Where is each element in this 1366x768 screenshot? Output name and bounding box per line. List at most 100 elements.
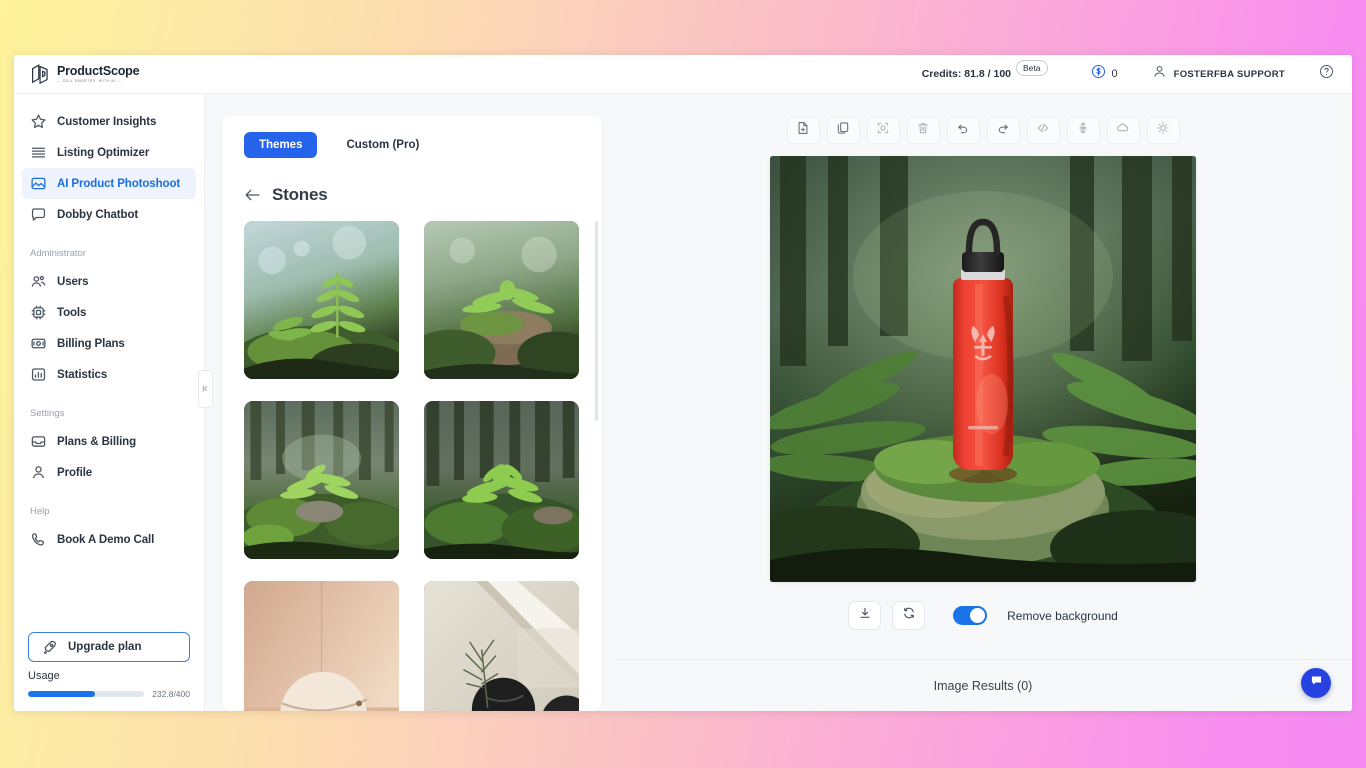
header-right-group: Credits: 81.8 / 100 Beta 0 [922, 64, 1334, 84]
theme-thumbnail-beige-marble-pedestal[interactable] [244, 581, 399, 711]
themes-category-header: Stones [222, 158, 602, 221]
sidebar-item-dobby-chatbot[interactable]: Dobby Chatbot [22, 199, 196, 230]
preview-controls: Remove background [848, 601, 1118, 630]
cloud-icon [1116, 121, 1130, 140]
preview-image[interactable] [770, 156, 1196, 582]
chat-support-button[interactable] [1301, 668, 1331, 698]
users-icon [30, 273, 47, 290]
tab-themes[interactable]: Themes [244, 132, 317, 158]
image-icon [30, 175, 47, 192]
work-area: Themes Custom (Pro) Stones [205, 94, 1352, 711]
brand-name: ProductScope [57, 65, 139, 78]
regenerate-button[interactable] [892, 601, 925, 630]
code-button[interactable] [1027, 117, 1060, 144]
focus-crop-button[interactable] [867, 117, 900, 144]
undo-button[interactable] [947, 117, 980, 144]
sidebar-item-billing-plans[interactable]: Billing Plans [22, 328, 196, 359]
brand-tagline: — SELL SMARTER. WITH AI — [57, 80, 139, 84]
sidebar-item-profile[interactable]: Profile [22, 457, 196, 488]
bar-chart-icon [30, 366, 47, 383]
upgrade-plan-label: Upgrade plan [68, 641, 141, 653]
download-button[interactable] [848, 601, 881, 630]
beta-badge: Beta [1016, 60, 1048, 76]
sidebar-section-help: Help [14, 506, 204, 517]
theme-thumbnail-mossy-rocks-forest-stream[interactable] [244, 401, 399, 559]
usage-progress-bar [28, 691, 144, 697]
cloud-button[interactable] [1107, 117, 1140, 144]
remove-background-label: Remove background [1007, 609, 1118, 623]
theme-thumbnail-fern-on-mossy-log[interactable] [244, 221, 399, 379]
question-circle-icon [1319, 64, 1334, 84]
themes-tabs: Themes Custom (Pro) [222, 132, 602, 158]
theme-thumbnail-fern-mossy-rocks-dark-forest[interactable] [424, 401, 579, 559]
redo-arrow-icon [996, 121, 1010, 140]
user-menu[interactable]: FOSTERFBA SUPPORT [1152, 64, 1285, 84]
download-icon [858, 606, 872, 625]
undo-arrow-icon [956, 121, 970, 140]
sidebar-section-settings: Settings [14, 408, 204, 419]
usage-title: Usage [28, 670, 190, 682]
new-document-button[interactable] [787, 117, 820, 144]
image-toolbar [787, 117, 1180, 144]
list-lines-icon [30, 144, 47, 161]
sidebar-item-book-a-demo-call[interactable]: Book A Demo Call [22, 524, 196, 555]
sidebar-item-tools[interactable]: Tools [22, 297, 196, 328]
star-icon [30, 113, 47, 130]
duplicate-button[interactable] [827, 117, 860, 144]
flip-vertical-icon [1076, 121, 1090, 140]
preview-column: Remove background Image Results (0) [614, 94, 1352, 711]
brand-logo[interactable]: ProductScope — SELL SMARTER. WITH AI — [30, 63, 139, 85]
sidebar-item-label: Tools [57, 307, 86, 319]
app-window: ProductScope — SELL SMARTER. WITH AI — C… [14, 55, 1352, 711]
delete-button[interactable] [907, 117, 940, 144]
theme-thumbnail-grid [244, 221, 580, 711]
sidebar-item-label: Statistics [57, 369, 107, 381]
upgrade-plan-button[interactable]: Upgrade plan [28, 632, 190, 662]
tab-custom-pro[interactable]: Custom (Pro) [331, 132, 434, 158]
sidebar-item-customer-insights[interactable]: Customer Insights [22, 106, 196, 137]
sidebar-item-label: AI Product Photoshoot [57, 178, 180, 190]
arrow-left-icon[interactable] [244, 188, 261, 202]
trash-icon [916, 121, 930, 140]
code-brackets-icon [1036, 121, 1050, 140]
sidebar-collapse-handle[interactable] [198, 370, 213, 408]
redo-button[interactable] [987, 117, 1020, 144]
copy-icon [836, 121, 850, 140]
sidebar-item-label: Book A Demo Call [57, 534, 154, 546]
sidebar-item-label: Billing Plans [57, 338, 125, 350]
theme-thumbnail-fern-on-mossy-boulder[interactable] [424, 221, 579, 379]
sidebar-item-label: Users [57, 276, 88, 288]
image-results-label: Image Results (0) [934, 679, 1033, 693]
user-avatar-icon [1152, 64, 1167, 84]
sidebar-item-users[interactable]: Users [22, 266, 196, 297]
sidebar-item-plans-billing[interactable]: Plans & Billing [22, 426, 196, 457]
sidebar-item-listing-optimizer[interactable]: Listing Optimizer [22, 137, 196, 168]
sidebar-item-label: Listing Optimizer [57, 147, 149, 159]
sidebar-item-ai-product-photoshoot[interactable]: AI Product Photoshoot [22, 168, 196, 199]
brightness-button[interactable] [1147, 117, 1180, 144]
credits-label: Credits: 81.8 / 100 [922, 68, 1011, 80]
themes-scroll-area[interactable] [222, 221, 602, 711]
dollar-coin-icon [1091, 64, 1106, 84]
image-results-bar: Image Results (0) [614, 659, 1352, 711]
themes-scrollbar[interactable] [595, 221, 598, 421]
theme-thumbnail-black-marble-spheres-plant[interactable] [424, 581, 579, 711]
remove-background-toggle[interactable] [953, 606, 987, 625]
coin-count: 0 [1112, 68, 1118, 80]
flip-vertical-button[interactable] [1067, 117, 1100, 144]
help-button[interactable] [1319, 64, 1334, 84]
rocket-icon [41, 639, 58, 656]
collapse-panel-icon [201, 380, 210, 398]
sidebar-item-label: Plans & Billing [57, 436, 136, 448]
chat-bubble-icon [30, 206, 47, 223]
toggle-knob [970, 608, 985, 623]
sidebar-item-statistics[interactable]: Statistics [22, 359, 196, 390]
coin-balance[interactable]: 0 [1091, 64, 1118, 84]
focus-target-icon [876, 121, 890, 140]
inbox-icon [30, 433, 47, 450]
usage-block: Usage 232.8/400 [14, 670, 204, 711]
credits-display: Credits: 81.8 / 100 Beta [922, 66, 1048, 82]
file-plus-icon [796, 121, 810, 140]
app-body: Customer Insights Listing Optimizer AI P… [14, 94, 1352, 711]
person-icon [30, 464, 47, 481]
